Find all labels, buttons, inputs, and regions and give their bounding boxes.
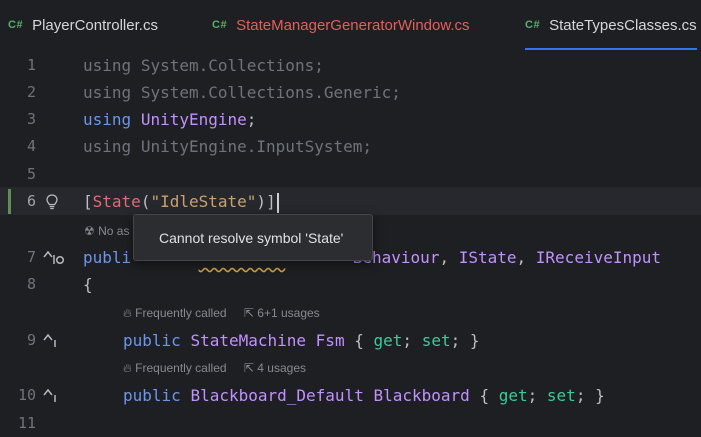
warning-icon: ☢ bbox=[84, 224, 95, 238]
line-number: 8 bbox=[26, 275, 36, 293]
text-caret bbox=[276, 192, 279, 213]
tab-state-types-classes[interactable]: C# StateTypesClasses.cs bbox=[525, 0, 697, 50]
tooltip-text: Cannot resolve symbol 'State' bbox=[159, 229, 344, 246]
usage-hint[interactable]: 🔥︎ Frequently called ⇱ 4 usages bbox=[123, 358, 306, 378]
code-line-1: using System.Collections; bbox=[83, 56, 324, 75]
code-line-10: public Blackboard_Default Blackboard { g… bbox=[123, 386, 605, 405]
line-number: 5 bbox=[26, 165, 36, 183]
line-number: 6 bbox=[26, 192, 36, 210]
tab-label: StateTypesClasses.cs bbox=[549, 16, 697, 34]
editor-tab-bar: C# PlayerController.cs C# StateManagerGe… bbox=[0, 0, 701, 50]
tab-state-manager-generator-window[interactable]: C# StateManagerGeneratorWindow.cs bbox=[212, 0, 470, 50]
implemented-up-icon[interactable] bbox=[43, 382, 65, 409]
implemented-up-icon[interactable] bbox=[43, 244, 65, 271]
csharp-file-icon: C# bbox=[525, 19, 541, 31]
csharp-file-icon: C# bbox=[8, 19, 24, 31]
code-line-3: using UnityEngine; bbox=[83, 110, 257, 129]
error-tooltip: Cannot resolve symbol 'State' bbox=[133, 214, 373, 261]
implemented-up-icon[interactable] bbox=[43, 327, 65, 354]
line-number: 11 bbox=[17, 414, 36, 432]
code-line-8: { bbox=[83, 275, 93, 294]
tab-label: PlayerController.cs bbox=[32, 16, 158, 34]
line-number: 10 bbox=[17, 386, 36, 404]
usage-hint[interactable]: 🔥︎ Frequently called ⇱ 6+1 usages bbox=[123, 303, 320, 323]
usages-icon: ⇱ bbox=[243, 361, 254, 375]
code-line-2: using System.Collections.Generic; bbox=[83, 83, 401, 102]
line-number: 1 bbox=[26, 56, 36, 74]
tab-label: StateManagerGeneratorWindow.cs bbox=[236, 16, 470, 34]
editor-gutter: 1 2 3 4 5 6 7 8 9 10 11 bbox=[0, 50, 80, 432]
unresolved-attribute: State bbox=[92, 192, 141, 211]
csharp-file-icon: C# bbox=[212, 19, 228, 31]
fire-icon: 🔥︎ bbox=[123, 306, 132, 320]
line-number: 4 bbox=[26, 137, 36, 155]
fire-icon: 🔥︎ bbox=[123, 361, 132, 375]
line-6-hint: ☢ No as bbox=[84, 224, 130, 238]
code-line-4: using UnityEngine.InputSystem; bbox=[83, 137, 373, 156]
code-line-9: public StateMachine Fsm { get; set; } bbox=[123, 331, 480, 350]
line-number: 7 bbox=[26, 248, 36, 266]
tab-player-controller[interactable]: C# PlayerController.cs bbox=[8, 0, 158, 50]
line-number: 9 bbox=[26, 331, 36, 349]
line-number: 3 bbox=[26, 110, 36, 128]
bulb-icon[interactable] bbox=[44, 188, 60, 215]
line-number: 2 bbox=[26, 83, 36, 101]
usages-icon: ⇱ bbox=[243, 306, 254, 320]
code-line-6: [State("IdleState")] bbox=[83, 188, 279, 215]
